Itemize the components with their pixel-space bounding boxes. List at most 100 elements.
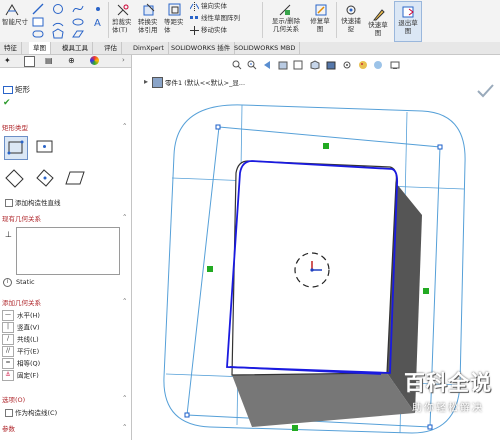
collapse-chevron-icon[interactable]: ⌃ <box>122 423 127 431</box>
spline-icon[interactable] <box>72 3 84 15</box>
parallel-icon: // <box>2 346 14 357</box>
line-icon[interactable] <box>32 3 44 15</box>
parallelogram-option[interactable] <box>64 167 86 189</box>
dimxpert-tab-icon[interactable]: ⊕ <box>68 56 75 65</box>
corner-rectangle-option[interactable] <box>4 136 28 160</box>
command-tabs: 特征 草图 模具工具 评估 DimXpert SOLIDWORKS 插件 SOL… <box>0 42 500 55</box>
property-manager-tab-icon[interactable] <box>24 56 35 67</box>
configuration-tab-icon[interactable]: ▤ <box>45 56 53 65</box>
convert-entities-icon[interactable] <box>142 3 155 16</box>
relation-marker-vertical[interactable] <box>423 288 429 294</box>
origin-point[interactable] <box>310 268 314 272</box>
quick-snaps-icon[interactable] <box>344 3 356 15</box>
relation-equal[interactable]: = 相等(Q) <box>2 358 40 369</box>
trim-entities-icon[interactable] <box>116 3 129 16</box>
corner-point[interactable] <box>184 412 190 418</box>
tab-mold-tools[interactable]: 模具工具 <box>58 42 93 54</box>
three-point-corner-rectangle-option[interactable] <box>4 167 26 189</box>
property-manager: ✦ ▤ ⊕ › 矩形 ✔ 矩形类型 ⌃ 添加构造性直线 现有几何关系 ⌃ ⊥ i S… <box>0 55 132 440</box>
display-delete-relations-label[interactable]: 显示/删除几何关系 <box>270 17 302 33</box>
relation-horizontal[interactable]: — 水平(H) <box>2 310 40 321</box>
corner-point[interactable] <box>215 124 221 130</box>
relation-marker-horizontal[interactable] <box>323 143 329 149</box>
collapse-chevron-icon[interactable]: ⌃ <box>122 394 127 402</box>
arc-icon[interactable] <box>52 16 64 28</box>
relations-icon: ⊥ <box>5 230 12 239</box>
existing-relations-section-header[interactable]: 现有几何关系 ⌃ <box>2 213 127 223</box>
mirror-entities-icon[interactable] <box>189 2 200 11</box>
offset-entities-icon[interactable] <box>168 3 181 16</box>
point-icon[interactable] <box>92 3 104 15</box>
collinear-icon: / <box>2 334 14 345</box>
polygon-icon[interactable] <box>52 28 64 40</box>
tab-solidworks-mbd[interactable]: SOLIDWORKS MBD <box>230 42 301 54</box>
relation-marker-vertical[interactable] <box>207 266 213 272</box>
mirror-entities-label[interactable]: 镜向实体 <box>201 2 227 10</box>
tab-evaluate[interactable]: 评估 <box>100 42 122 54</box>
convert-entities-label[interactable]: 转换实体引用 <box>138 18 162 34</box>
for-construction-row[interactable]: 作为构造线(C) <box>5 407 57 417</box>
options-section-header[interactable]: 选项(O) ⌃ <box>2 394 127 404</box>
relation-collinear[interactable]: / 共线(L) <box>2 334 39 345</box>
smart-dimension-icon[interactable] <box>4 3 19 16</box>
exit-sketch-button[interactable]: 退出草图 <box>394 1 422 42</box>
center-rectangle-option[interactable] <box>34 136 56 158</box>
graphics-area[interactable]: ▸ 零件1 (默认<<默认>_显... 百科全说 助你轻松解决 <box>132 55 500 440</box>
ok-check-icon[interactable]: ✔ <box>3 98 11 108</box>
box-bottom-face <box>232 373 415 427</box>
watermark-subtitle: 助你轻松解决 <box>412 403 484 414</box>
info-icon: i <box>3 278 12 287</box>
trim-entities-label[interactable]: 剪裁实体(T) <box>112 18 136 34</box>
collapse-chevron-icon[interactable]: ⌃ <box>122 122 127 130</box>
add-relations-section-header[interactable]: 添加几何关系 ⌃ <box>2 297 127 307</box>
sketch-status-label: Static <box>16 278 35 286</box>
relation-marker-horizontal[interactable] <box>292 425 298 431</box>
tab-features[interactable]: 特征 <box>0 42 22 54</box>
circle-icon[interactable] <box>52 3 64 15</box>
horizontal-icon: — <box>2 310 14 321</box>
rapid-sketch-icon[interactable] <box>372 8 385 21</box>
linear-pattern-icon[interactable] <box>190 14 199 23</box>
rapid-sketch-label[interactable]: 快速草图 <box>366 21 390 37</box>
for-construction-checkbox[interactable] <box>5 409 13 417</box>
rectangle-title-icon <box>3 86 13 94</box>
collapse-chevron-icon[interactable]: ⌃ <box>122 213 127 221</box>
ellipse-icon[interactable] <box>72 16 84 28</box>
three-point-center-rectangle-option[interactable] <box>34 167 56 189</box>
for-construction-label: 作为构造线(C) <box>15 409 58 417</box>
display-manager-tab-icon[interactable] <box>90 56 99 65</box>
collapse-chevron-icon[interactable]: ⌃ <box>122 297 127 305</box>
add-construction-label: 添加构造性直线 <box>15 199 61 207</box>
offset-entities-label[interactable]: 等距实体 <box>164 18 186 34</box>
tab-solidworks-addins[interactable]: SOLIDWORKS 插件 <box>167 42 236 54</box>
move-entities-icon[interactable] <box>190 26 199 35</box>
parameters-section-header[interactable]: 参数 ⌃ <box>2 423 127 433</box>
corner-point[interactable] <box>427 424 433 430</box>
add-construction-lines-row[interactable]: 添加构造性直线 <box>5 197 61 207</box>
tab-sketch[interactable]: 草图 <box>29 42 51 54</box>
relation-fix[interactable]: ⚓ 固定(F) <box>2 370 39 381</box>
move-entities-label[interactable]: 移动实体 <box>201 26 227 34</box>
relation-parallel[interactable]: //平行(E) <box>2 346 39 357</box>
tab-dimxpert[interactable]: DimXpert <box>129 42 169 54</box>
equal-icon: = <box>2 358 14 369</box>
corner-point[interactable] <box>437 144 443 150</box>
box-top-face <box>231 160 397 376</box>
linear-pattern-label[interactable]: 线性草图阵列 <box>201 14 240 22</box>
text-icon[interactable]: A <box>92 16 104 29</box>
rectangle-icon[interactable] <box>32 16 44 28</box>
existing-relations-list[interactable] <box>16 227 120 275</box>
exit-sketch-icon <box>401 5 414 18</box>
slot-icon[interactable] <box>32 28 44 40</box>
quick-snaps-label[interactable]: 快速捕捉 <box>340 17 362 33</box>
panel-more-icon[interactable]: › <box>122 56 125 64</box>
repair-sketch-icon[interactable] <box>314 3 327 16</box>
display-delete-relations-icon[interactable] <box>278 3 291 16</box>
add-construction-checkbox[interactable] <box>5 199 13 207</box>
smart-dimension-label[interactable]: 智能尺寸 <box>2 18 28 26</box>
rect-type-section-header[interactable]: 矩形类型 ⌃ <box>2 122 127 132</box>
relation-vertical[interactable]: | 竖直(V) <box>2 322 40 333</box>
feature-tree-tab-icon[interactable]: ✦ <box>4 56 11 65</box>
repair-sketch-label[interactable]: 修复草图 <box>308 17 332 33</box>
plane-icon[interactable] <box>72 28 84 40</box>
